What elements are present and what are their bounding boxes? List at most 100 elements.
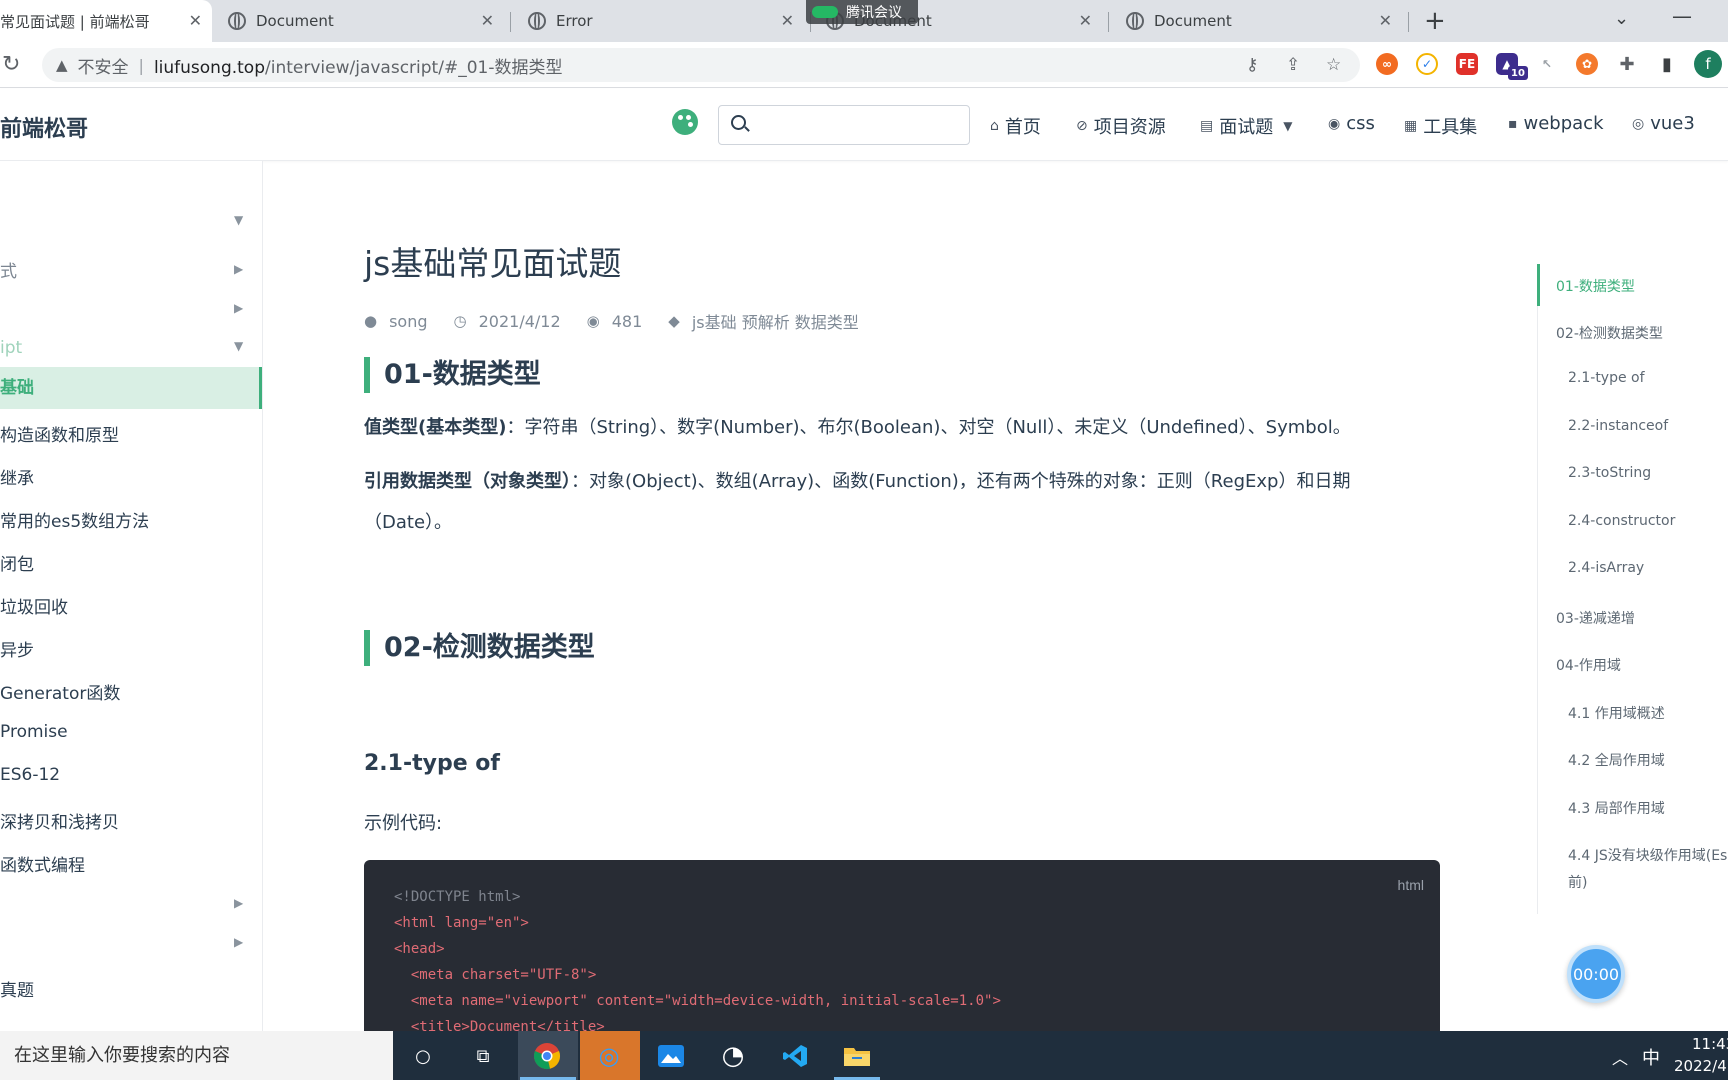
paragraph-text: ：字符串（String）、数字(Number)、布尔(Boolean)、对空（N…: [506, 417, 1351, 438]
tab-current[interactable]: 常见面试题 | 前端松哥 ✕: [0, 0, 212, 42]
reload-icon[interactable]: ↻: [2, 52, 20, 77]
subsection-heading-typeof[interactable]: 2.1-type of: [364, 751, 500, 776]
toc-item[interactable]: 01-数据类型: [1556, 276, 1635, 296]
toc-item[interactable]: 03-递减递增: [1556, 608, 1635, 628]
search-input[interactable]: [718, 105, 970, 145]
browser-toolbar: ↻ ▲ 不安全 | liufusong.top/interview/javasc…: [0, 42, 1728, 88]
toc-item[interactable]: 4.3 局部作用域: [1568, 798, 1665, 818]
chevron-down-icon[interactable]: ▼: [234, 213, 243, 227]
tag-list[interactable]: js基础 预解析 数据类型: [692, 309, 859, 333]
sidebar-item[interactable]: 异步: [0, 636, 262, 661]
toc-item[interactable]: 2.2-instanceof: [1568, 418, 1668, 434]
page-title: js基础常见面试题: [364, 244, 622, 283]
globe-icon: [1126, 12, 1144, 30]
meeting-app-icon[interactable]: ◎: [592, 1039, 626, 1073]
chevron-down-icon[interactable]: ⌄: [1614, 8, 1629, 29]
sidebar-item[interactable]: 继承: [0, 464, 262, 489]
sidebar-item[interactable]: 垃圾回收: [0, 593, 262, 618]
site-title[interactable]: 前端松哥: [0, 111, 88, 143]
chevron-down-icon[interactable]: ▼: [234, 339, 243, 353]
close-icon[interactable]: ✕: [189, 11, 202, 30]
sidebar-group[interactable]: 式: [0, 257, 262, 282]
toc-item[interactable]: 04-作用域: [1556, 655, 1621, 675]
share-icon[interactable]: ⇪: [1286, 55, 1300, 75]
nav-link-css[interactable]: ◉ css: [1328, 113, 1375, 134]
extension-fe-icon[interactable]: FE: [1456, 53, 1478, 75]
nav-link-home[interactable]: ⌂ 首页: [990, 113, 1041, 139]
chevron-right-icon[interactable]: ▶: [234, 262, 243, 276]
sidebar-item[interactable]: 构造函数和原型: [0, 421, 262, 446]
sidebar-item[interactable]: Promise: [0, 722, 262, 742]
bookmark-star-icon[interactable]: ☆: [1326, 55, 1341, 75]
nav-link-webpack[interactable]: ▪ webpack: [1508, 113, 1604, 134]
sidebar-item[interactable]: 闭包: [0, 550, 262, 575]
code-token: <meta name="viewport" content="width=dev…: [394, 993, 1001, 1009]
extension-cursor-icon[interactable]: ↖: [1536, 53, 1558, 75]
profile-avatar[interactable]: f: [1694, 50, 1722, 78]
view-count: 481: [611, 311, 643, 331]
nav-link-vue3[interactable]: ◎ vue3: [1632, 113, 1695, 134]
file-explorer-icon[interactable]: [840, 1039, 874, 1073]
sidebar-item[interactable]: 函数式编程: [0, 851, 262, 876]
section-heading-type-detection[interactable]: 02-检测数据类型: [364, 630, 595, 666]
puzzle-icon[interactable]: ✚: [1616, 53, 1638, 75]
sidebar-item-active[interactable]: 基础: [0, 367, 262, 409]
toc-item[interactable]: 前): [1568, 872, 1587, 892]
close-icon[interactable]: ✕: [481, 11, 494, 30]
sidepanel-icon[interactable]: ▮: [1656, 53, 1678, 75]
minimize-button[interactable]: —: [1672, 4, 1692, 28]
extension-infinity-icon[interactable]: ∞: [1376, 53, 1398, 75]
address-bar[interactable]: ▲ 不安全 | liufusong.top/interview/javascri…: [42, 48, 1360, 82]
palette-icon[interactable]: [672, 109, 698, 135]
toc-item[interactable]: 2.4-constructor: [1568, 513, 1675, 529]
toc-item[interactable]: 2.4-isArray: [1568, 560, 1644, 576]
close-icon[interactable]: ✕: [781, 11, 794, 30]
task-view-icon[interactable]: ⧉: [466, 1039, 500, 1073]
nav-link-interview[interactable]: ▤ 面试题 ▼: [1200, 113, 1298, 139]
url-text[interactable]: liufusong.top/interview/javascript/#_01-…: [154, 53, 563, 78]
meta-tags[interactable]: ◆ js基础 预解析 数据类型: [668, 309, 859, 333]
sidebar-group-javascript[interactable]: ipt: [0, 338, 262, 358]
toc-item[interactable]: 4.4 JS没有块级作用域(Es: [1568, 845, 1727, 865]
toc-item[interactable]: 2.1-type of: [1568, 370, 1645, 386]
extension-orange-icon[interactable]: ✿: [1576, 53, 1598, 75]
tab-document-3[interactable]: Document ✕: [1126, 0, 1402, 42]
vscode-icon[interactable]: [778, 1039, 812, 1073]
close-icon[interactable]: ✕: [1079, 11, 1092, 30]
chevron-right-icon[interactable]: ▶: [234, 301, 243, 315]
toc-item[interactable]: 02-检测数据类型: [1556, 323, 1663, 343]
ime-indicator[interactable]: 中: [1642, 1044, 1660, 1080]
photos-icon[interactable]: [654, 1039, 688, 1073]
cortana-icon[interactable]: ○: [406, 1039, 440, 1073]
code-line: <meta name="viewport" content="width=dev…: [394, 988, 1440, 1014]
sidebar-item[interactable]: 常用的es5数组方法: [0, 507, 262, 532]
sidebar-item[interactable]: ES6-12: [0, 765, 262, 785]
chevron-right-icon[interactable]: ▶: [234, 935, 243, 949]
author-name: song: [389, 311, 428, 331]
toc-item[interactable]: 2.3-toString: [1568, 465, 1651, 481]
clock-date[interactable]: 2022/4: [1674, 1057, 1727, 1080]
clock-app-icon[interactable]: ◔: [716, 1039, 750, 1073]
toc-item[interactable]: 4.1 作用域概述: [1568, 703, 1665, 723]
nav-link-tools[interactable]: ▦ 工具集: [1404, 113, 1477, 139]
tray-chevron-up-icon[interactable]: ︿: [1612, 1045, 1628, 1080]
tab-document-1[interactable]: Document ✕: [228, 0, 504, 42]
sidebar-item[interactable]: 真题: [0, 976, 262, 1001]
tab-error[interactable]: Error ✕: [528, 0, 804, 42]
toc-item[interactable]: 4.2 全局作用域: [1568, 750, 1665, 770]
recording-timer-button[interactable]: 00:00: [1567, 945, 1625, 1003]
extension-check-icon[interactable]: ✓: [1416, 53, 1438, 75]
section-heading-data-types[interactable]: 01-数据类型: [364, 357, 541, 393]
meeting-indicator[interactable]: 腾讯会议: [806, 0, 918, 24]
chevron-right-icon[interactable]: ▶: [234, 896, 243, 910]
chrome-icon[interactable]: [530, 1039, 564, 1073]
warning-icon[interactable]: ▲: [56, 56, 68, 74]
security-label[interactable]: 不安全: [78, 53, 129, 78]
key-icon[interactable]: ⚷: [1246, 55, 1258, 75]
sidebar-item[interactable]: 深拷贝和浅拷贝: [0, 808, 262, 833]
close-icon[interactable]: ✕: [1379, 11, 1392, 30]
taskbar-search-input[interactable]: 在这里输入你要搜索的内容: [0, 1031, 393, 1080]
nav-link-projects[interactable]: ⊘ 项目资源: [1076, 113, 1166, 139]
new-tab-button[interactable]: +: [1424, 6, 1446, 36]
sidebar-item[interactable]: Generator函数: [0, 679, 262, 704]
